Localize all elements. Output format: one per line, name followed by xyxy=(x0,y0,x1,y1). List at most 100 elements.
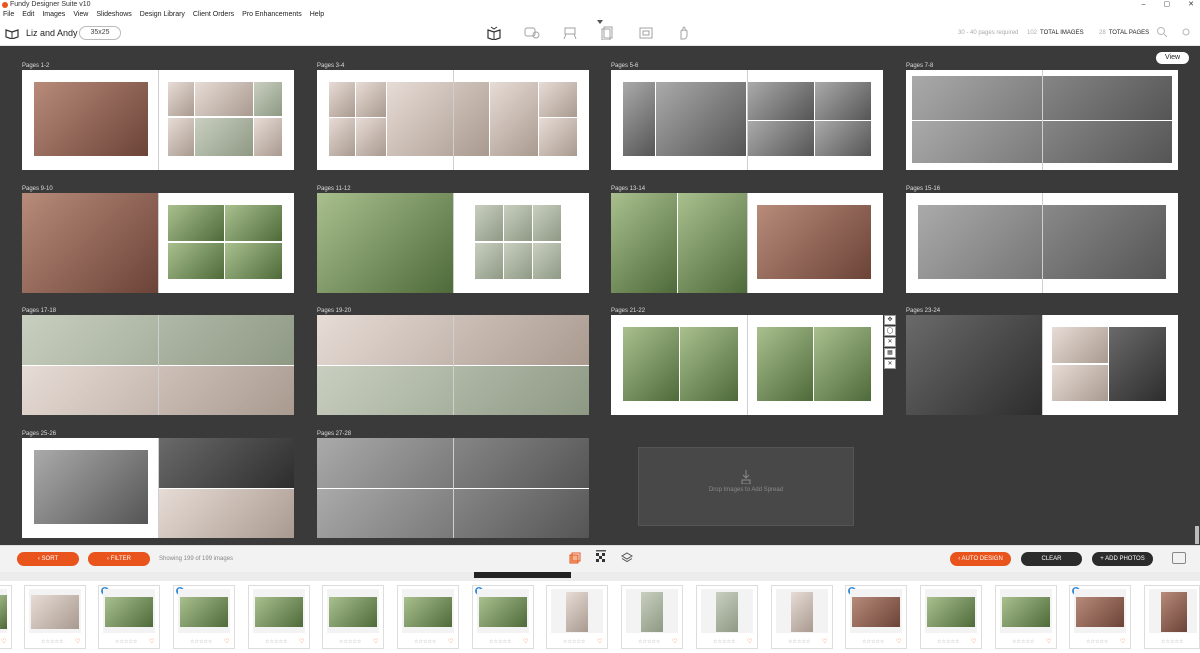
photo-slot[interactable] xyxy=(329,82,355,117)
rating-stars[interactable]: ☆☆☆☆☆ xyxy=(937,639,959,645)
filmstrip-image-card[interactable]: ☆☆☆☆☆ ♡ xyxy=(920,585,982,649)
menu-slideshows[interactable]: Slideshows xyxy=(96,10,131,20)
rating-stars[interactable]: ☆☆☆☆☆ xyxy=(41,639,63,645)
spread-pages-9-10[interactable]: Pages 9-10 xyxy=(22,186,294,293)
filmstrip-image-card[interactable]: 1 ☆☆☆☆☆ ♡ xyxy=(845,585,907,649)
photo-slot[interactable] xyxy=(815,82,871,120)
favorite-icon[interactable]: ♡ xyxy=(747,638,752,645)
photo-strip[interactable] xyxy=(912,121,1172,163)
shuffle-tool-icon[interactable]: ✕ xyxy=(884,337,896,347)
rating-stars[interactable]: ☆☆☆☆☆ xyxy=(115,639,137,645)
photo-slot[interactable] xyxy=(225,243,282,279)
photo-slot[interactable] xyxy=(168,118,194,156)
photo-slot[interactable] xyxy=(22,193,158,293)
menu-view[interactable]: View xyxy=(73,10,88,20)
menu-pro-enhancements[interactable]: Pro Enhancements xyxy=(242,10,302,20)
photo-slot[interactable] xyxy=(195,82,253,116)
photo-slot[interactable] xyxy=(504,205,532,241)
photo-slot[interactable] xyxy=(1052,327,1108,363)
photo-slot[interactable] xyxy=(356,82,386,117)
filmstrip-image-card[interactable]: ☆☆☆☆☆ ♡ xyxy=(546,585,608,649)
photo-slot[interactable] xyxy=(34,450,148,524)
filmstrip-image-card[interactable]: ♡ xyxy=(0,585,12,649)
photo-slot[interactable] xyxy=(475,243,503,279)
rating-stars[interactable]: ☆☆☆☆☆ xyxy=(1012,639,1034,645)
rating-stars[interactable]: ☆☆☆☆☆ xyxy=(788,639,810,645)
photo-slot[interactable] xyxy=(168,205,224,241)
spread-pages-5-6[interactable]: Pages 5-6 xyxy=(611,63,883,170)
spread-canvas[interactable] xyxy=(22,193,294,293)
filmstrip-image-card[interactable]: ☆☆☆☆☆ ♡ xyxy=(248,585,310,649)
filmstrip-image-card[interactable]: ☆☆☆☆☆ ♡ xyxy=(995,585,1057,649)
favorite-icon[interactable]: ♡ xyxy=(75,638,80,645)
spread-canvas[interactable] xyxy=(906,193,1178,293)
photo-slot[interactable] xyxy=(317,193,453,293)
spread-pages-11-12[interactable]: Pages 11-12 xyxy=(317,186,589,293)
photo-strip[interactable] xyxy=(317,489,589,538)
photo-slot[interactable] xyxy=(678,193,747,293)
photo-slot[interactable] xyxy=(539,118,577,156)
photo-slot[interactable] xyxy=(504,243,532,279)
hand-view-icon[interactable] xyxy=(676,26,692,40)
spread-pages-3-4[interactable]: Pages 3-4 xyxy=(317,63,589,170)
photo-slot[interactable] xyxy=(254,82,282,116)
filmstrip-image-card[interactable]: ☆☆☆☆☆ xyxy=(1144,585,1200,649)
spread-pages-13-14[interactable]: Pages 13-14 xyxy=(611,186,883,293)
rating-stars[interactable]: ☆☆☆☆☆ xyxy=(190,639,212,645)
rating-stars[interactable]: ☆☆☆☆☆ xyxy=(1161,639,1183,645)
spread-pages-23-24[interactable]: Pages 23-24 xyxy=(906,308,1178,415)
photo-slot[interactable] xyxy=(1052,365,1108,401)
favorite-icon[interactable]: ♡ xyxy=(672,638,677,645)
minimize-button[interactable]: – xyxy=(1142,0,1146,10)
spread-canvas[interactable] xyxy=(611,70,883,170)
menu-client-orders[interactable]: Client Orders xyxy=(193,10,234,20)
spread-pages-27-28[interactable]: Pages 27-28 xyxy=(317,431,589,538)
photo-slot[interactable] xyxy=(757,205,871,279)
clear-button[interactable]: CLEAR xyxy=(1021,552,1082,566)
filmstrip-scrollbar[interactable] xyxy=(0,572,1200,581)
filmstrip-image-card[interactable]: 1 ☆☆☆☆☆ ♡ xyxy=(472,585,534,649)
favorite-icon[interactable]: ♡ xyxy=(523,638,528,645)
spread-canvas[interactable] xyxy=(22,70,294,170)
spread-canvas[interactable] xyxy=(611,315,883,415)
menu-edit[interactable]: Edit xyxy=(22,10,34,20)
grid-tool-icon[interactable]: ▦ xyxy=(884,348,896,358)
export-icon[interactable] xyxy=(1172,552,1186,564)
view-button[interactable]: View xyxy=(1156,52,1189,64)
filmstrip-image-card[interactable]: ☆☆☆☆☆ ♡ xyxy=(397,585,459,649)
menu-file[interactable]: File xyxy=(3,10,14,20)
photo-slot[interactable] xyxy=(158,438,294,488)
filmstrip-image-card[interactable]: ☆☆☆☆☆ ♡ xyxy=(322,585,384,649)
favorite-icon[interactable]: ♡ xyxy=(448,638,453,645)
search-icon[interactable] xyxy=(1156,26,1168,38)
spread-canvas[interactable] xyxy=(317,315,589,415)
photo-strip[interactable] xyxy=(317,366,589,415)
spread-canvas[interactable] xyxy=(906,70,1178,170)
photo-slot[interactable] xyxy=(748,121,814,156)
spread-canvas[interactable] xyxy=(317,438,589,538)
stack-view-icon[interactable] xyxy=(569,550,581,564)
filmstrip-image-card[interactable]: 1 ☆☆☆☆☆ ♡ xyxy=(98,585,160,649)
spread-canvas[interactable] xyxy=(22,438,294,538)
photo-strip[interactable] xyxy=(912,76,1172,120)
rating-stars[interactable]: ☆☆☆☆☆ xyxy=(1086,639,1108,645)
photo-slot[interactable] xyxy=(906,315,1042,415)
favorite-icon[interactable]: ♡ xyxy=(1,638,6,645)
filmstrip-image-card[interactable]: ☆☆☆☆☆ ♡ xyxy=(24,585,86,649)
rating-stars[interactable]: ☆☆☆☆☆ xyxy=(414,639,436,645)
spread-canvas[interactable] xyxy=(22,315,294,415)
favorite-icon[interactable]: ♡ xyxy=(822,638,827,645)
proof-view-icon[interactable] xyxy=(524,26,540,40)
filmstrip-image-card[interactable]: ☆☆☆☆☆ ♡ xyxy=(771,585,833,649)
rating-stars[interactable]: ☆☆☆☆☆ xyxy=(713,639,735,645)
favorite-icon[interactable]: ♡ xyxy=(1120,638,1125,645)
photo-slot[interactable] xyxy=(814,327,871,401)
photo-slot[interactable] xyxy=(1109,327,1166,401)
spread-pages-25-26[interactable]: Pages 25-26 xyxy=(22,431,294,538)
photo-slot[interactable] xyxy=(815,121,871,156)
favorite-icon[interactable]: ♡ xyxy=(1046,638,1051,645)
favorite-icon[interactable]: ♡ xyxy=(597,638,602,645)
photo-slot[interactable] xyxy=(34,82,148,156)
delete-spread-icon[interactable]: ✕ xyxy=(884,359,896,369)
slideshow-view-icon[interactable] xyxy=(638,26,654,40)
